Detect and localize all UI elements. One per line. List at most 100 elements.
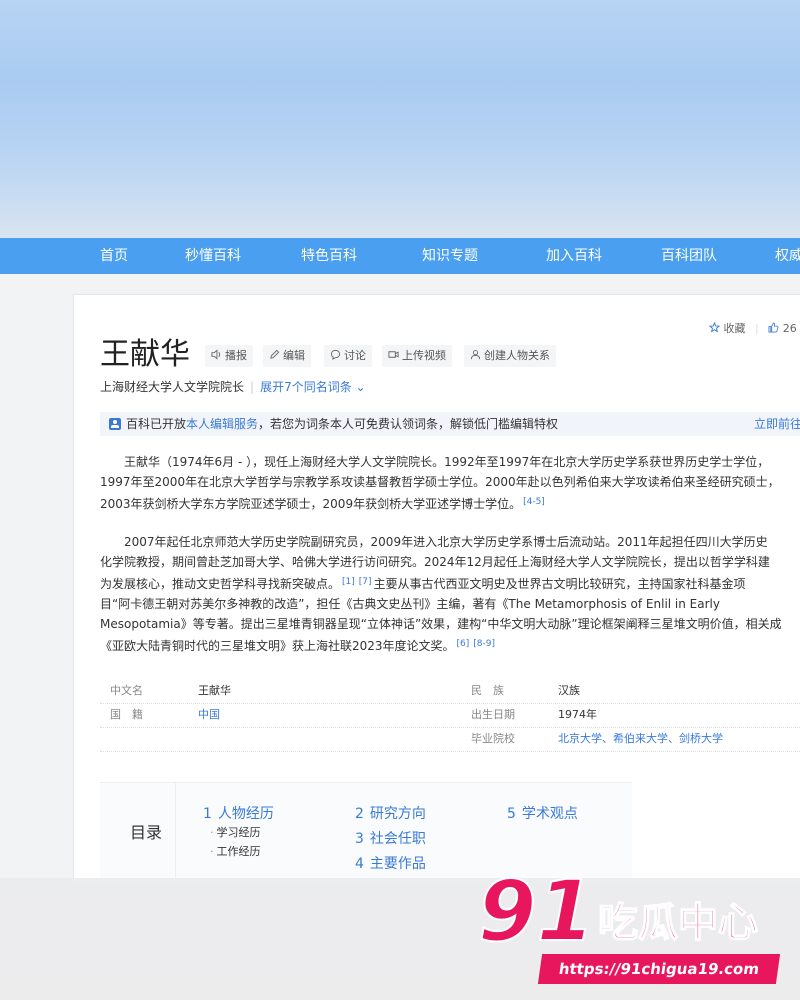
para-line-text: 《亚欧大陆青铜时代的三星堆文明》获上海社联2023年度论文奖。 (100, 639, 455, 653)
edit-service-notice: 百科已开放本人编辑服务，若您为词条本人可免费认领词条，解锁低门槛编辑特权 立即前… (100, 412, 800, 436)
infobox-value: 王献华 (198, 684, 231, 697)
para-line: 2003年获剑桥大学东方学院亚述学硕士，2009年获剑桥大学亚述学博士学位。 [4… (100, 492, 800, 514)
speaker-icon (211, 349, 221, 360)
favorite-like-bar: 收藏 | 26 (708, 320, 797, 336)
nav-item-topics[interactable]: 知识专题 (422, 238, 478, 274)
infobox-row: 中文名 王献华 民 族 汉族 (100, 679, 800, 704)
create-relation-label: 创建人物关系 (484, 349, 550, 362)
polysemy-link[interactable]: 展开7个同名词条 ⌄ (260, 380, 366, 394)
toc-label: 研究方向 (369, 806, 426, 822)
infobox-label: 出生日期 (471, 708, 515, 721)
infobox-label: 民 族 (471, 684, 504, 697)
user-badge-icon (109, 418, 121, 430)
polysemy-label: 展开7个同名词条 (260, 380, 352, 394)
reference-link[interactable]: [7] (359, 577, 372, 587)
intro-paragraph-2: 2007年起任北京师范大学历史学院副研究员，2009年进入北京大学历史学系博士后… (100, 532, 800, 656)
para-line-text: 主要从事古代西亚文明史及世界古文明比较研究，主持国家社科基金项 (373, 577, 746, 591)
watermark-logo: 91 吃瓜中心 (478, 868, 759, 948)
alma-mater-links[interactable]: 北京大学、希伯来大学、剑桥大学 (558, 727, 723, 751)
divider: | (755, 322, 759, 335)
favorite-button[interactable]: 收藏 (708, 321, 749, 335)
thumbs-up-icon (768, 322, 779, 333)
lemma-description: 上海财经大学人文学院院长 (100, 380, 245, 394)
like-count: 26 (782, 322, 797, 335)
edit-label: 编辑 (283, 349, 305, 362)
toc-title: 目录 (130, 823, 163, 842)
lemma-description-row: 上海财经大学人文学院院长 | 展开7个同名词条 ⌄ (100, 378, 366, 395)
nav-item-join[interactable]: 加入百科 (546, 238, 602, 274)
edit-button[interactable]: 编辑 (263, 345, 311, 367)
go-now-link[interactable]: 立即前往 (754, 412, 800, 436)
toc-item-1[interactable]: 1 人物经历 (203, 803, 274, 823)
infobox-value: 汉族 (558, 684, 580, 697)
reference-link[interactable]: [8-9] (473, 639, 495, 649)
toc-num: 4 (355, 856, 364, 872)
main-nav: 首页 秒懂百科 特色百科 知识专题 加入百科 百科团队 权威 (0, 238, 800, 274)
toc-label: 人物经历 (217, 806, 274, 822)
nav-item-miaodong[interactable]: 秒懂百科 (185, 238, 241, 274)
para-line: 1997年至2000年在北京大学哲学与宗教学系攻读基督教哲学硕士学位。2000年… (100, 475, 780, 489)
video-icon (388, 351, 399, 358)
page-title: 王献华 (100, 337, 190, 372)
like-button[interactable]: 26 (768, 322, 797, 335)
edit-service-link[interactable]: 本人编辑服务 (186, 417, 258, 431)
para-line: 《亚欧大陆青铜时代的三星堆文明》获上海社联2023年度论文奖。 [6] [8-9] (100, 634, 800, 656)
toc-divider (175, 783, 176, 883)
nav-item-authority[interactable]: 权威 (775, 238, 800, 274)
para-line-text: 为发展核心，推动文史哲学科寻找新突破点。 (100, 577, 341, 591)
toc-item-5[interactable]: 5 学术观点 (507, 803, 578, 823)
nationality-link[interactable]: 中国 (198, 703, 220, 727)
upload-video-label: 上传视频 (402, 349, 446, 362)
toc-num: 5 (507, 806, 516, 822)
broadcast-label: 播报 (225, 349, 247, 362)
chevron-down-icon: ⌄ (355, 380, 366, 394)
infobox-row: 国 籍 中国 出生日期 1974年 (100, 703, 800, 728)
watermark-name: 吃瓜中心 (598, 900, 758, 946)
toc-label: 主要作品 (369, 856, 426, 872)
infobox-label: 国 籍 (110, 708, 143, 721)
notice-suffix: ，若您为词条本人可免费认领词条，解锁低门槛编辑特权 (258, 417, 559, 431)
upload-video-button[interactable]: 上传视频 (382, 345, 452, 367)
toc-sub-item[interactable]: 学习经历 (210, 824, 261, 840)
nav-item-team[interactable]: 百科团队 (661, 238, 717, 274)
toc-item-2[interactable]: 2 研究方向 (355, 803, 426, 823)
discuss-button[interactable]: 讨论 (324, 345, 372, 367)
reference-link[interactable]: [1] (342, 577, 355, 587)
para-line: Mesopotamia》等专著。提出三星堆青铜器呈现“立体神话”效果，建构“中华… (100, 617, 782, 631)
notice-prefix: 百科已开放 (126, 417, 187, 431)
para-line: 王献华（1974年6月 - ），现任上海财经大学人文学院院长。1992年至199… (124, 455, 770, 469)
header-banner (0, 0, 800, 238)
infobox-row: 毕业院校 北京大学、希伯来大学、剑桥大学 (100, 727, 800, 752)
reference-link[interactable]: [6] (457, 639, 470, 649)
chat-icon (330, 349, 341, 360)
infobox-label: 中文名 (110, 684, 143, 697)
reference-link[interactable]: [4-5] (523, 497, 545, 507)
pencil-icon (270, 349, 280, 359)
infobox-value: 1974年 (558, 708, 597, 721)
star-icon (708, 321, 721, 333)
toc-label: 社会任职 (369, 831, 426, 847)
toc-item-3[interactable]: 3 社会任职 (355, 828, 426, 848)
nav-item-home[interactable]: 首页 (100, 238, 128, 274)
watermark-number: 91 (478, 868, 595, 948)
para-line: 2007年起任北京师范大学历史学院副研究员，2009年进入北京大学历史学系博士后… (124, 535, 768, 549)
create-relation-button[interactable]: 创建人物关系 (464, 345, 556, 367)
nav-item-special[interactable]: 特色百科 (301, 238, 357, 274)
watermark-url: https://91chigua19.com (537, 954, 781, 984)
toc-label: 学术观点 (521, 806, 578, 822)
para-line-text: 2003年获剑桥大学东方学院亚述学硕士，2009年获剑桥大学亚述学博士学位。 (100, 497, 522, 511)
toc-num: 2 (355, 806, 364, 822)
para-line: 为发展核心，推动文史哲学科寻找新突破点。 [1] [7] 主要从事古代西亚文明史及世界… (100, 572, 800, 594)
toc-item-4[interactable]: 4 主要作品 (355, 853, 426, 873)
para-line: 目“阿卡德王朝对苏美尔多神教的改造”，担任《古典文史丛刊》主编，著有《The M… (100, 597, 720, 611)
toc-sub-item[interactable]: 工作经历 (210, 843, 261, 859)
divider: | (250, 380, 255, 394)
broadcast-button[interactable]: 播报 (205, 345, 253, 367)
intro-paragraph-1: 王献华（1974年6月 - ），现任上海财经大学人文学院院长。1992年至199… (100, 452, 800, 514)
para-line: 化学院教授，期间曾赴芝加哥大学、哈佛大学进行访问研究。2024年12月起任上海财… (100, 555, 770, 569)
toc-num: 3 (355, 831, 364, 847)
people-icon (470, 350, 481, 360)
favorite-label: 收藏 (723, 322, 746, 335)
discuss-label: 讨论 (344, 349, 366, 362)
infobox-label: 毕业院校 (471, 732, 515, 745)
